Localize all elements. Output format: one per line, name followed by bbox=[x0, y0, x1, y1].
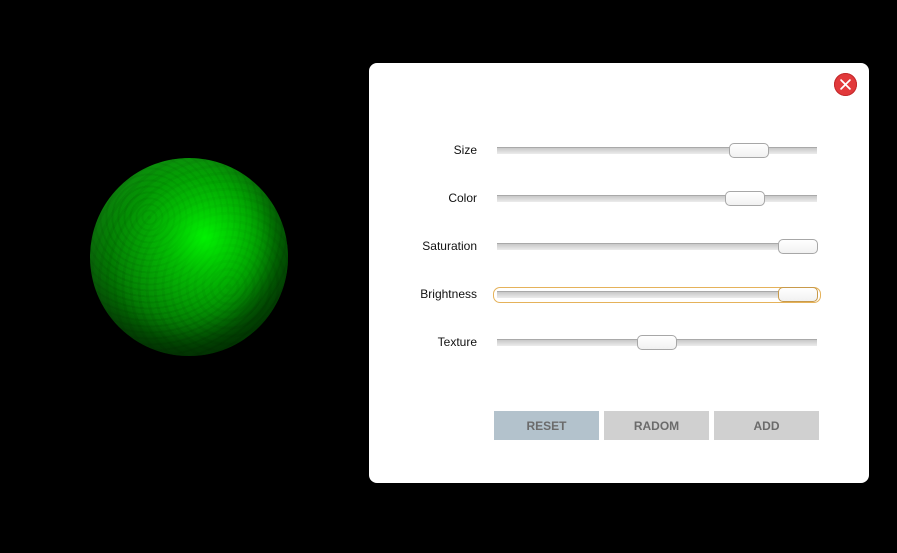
slider-track bbox=[497, 147, 817, 154]
color-row: Color bbox=[369, 189, 869, 209]
slider-thumb[interactable] bbox=[637, 335, 677, 350]
settings-panel: Size Color Saturation Brightness Texture… bbox=[369, 63, 869, 483]
slider-track bbox=[497, 291, 817, 298]
brightness-row: Brightness bbox=[369, 285, 869, 305]
size-label: Size bbox=[453, 143, 477, 157]
brightness-slider[interactable] bbox=[493, 287, 821, 303]
saturation-label: Saturation bbox=[422, 239, 477, 253]
saturation-slider[interactable] bbox=[497, 239, 818, 254]
brightness-label: Brightness bbox=[420, 287, 477, 301]
slider-thumb[interactable] bbox=[777, 287, 818, 302]
slider-thumb[interactable] bbox=[777, 239, 818, 254]
color-label: Color bbox=[448, 191, 477, 205]
slider-thumb[interactable] bbox=[725, 191, 765, 206]
close-icon bbox=[840, 79, 851, 90]
saturation-row: Saturation bbox=[369, 237, 869, 257]
slider-track bbox=[497, 195, 817, 202]
viewport: Size Color Saturation Brightness Texture… bbox=[0, 0, 897, 553]
size-slider[interactable] bbox=[497, 143, 817, 158]
add-button[interactable]: ADD bbox=[714, 411, 819, 440]
reset-button[interactable]: RESET bbox=[494, 411, 599, 440]
texture-label: Texture bbox=[437, 335, 477, 349]
slider-thumb[interactable] bbox=[728, 143, 769, 158]
size-row: Size bbox=[369, 141, 869, 161]
color-slider[interactable] bbox=[497, 191, 817, 206]
close-button[interactable] bbox=[834, 73, 857, 96]
random-button[interactable]: RADOM bbox=[604, 411, 709, 440]
slider-track bbox=[497, 243, 817, 250]
texture-row: Texture bbox=[369, 333, 869, 353]
texture-slider[interactable] bbox=[497, 335, 817, 350]
green-sphere-preview bbox=[90, 158, 288, 356]
